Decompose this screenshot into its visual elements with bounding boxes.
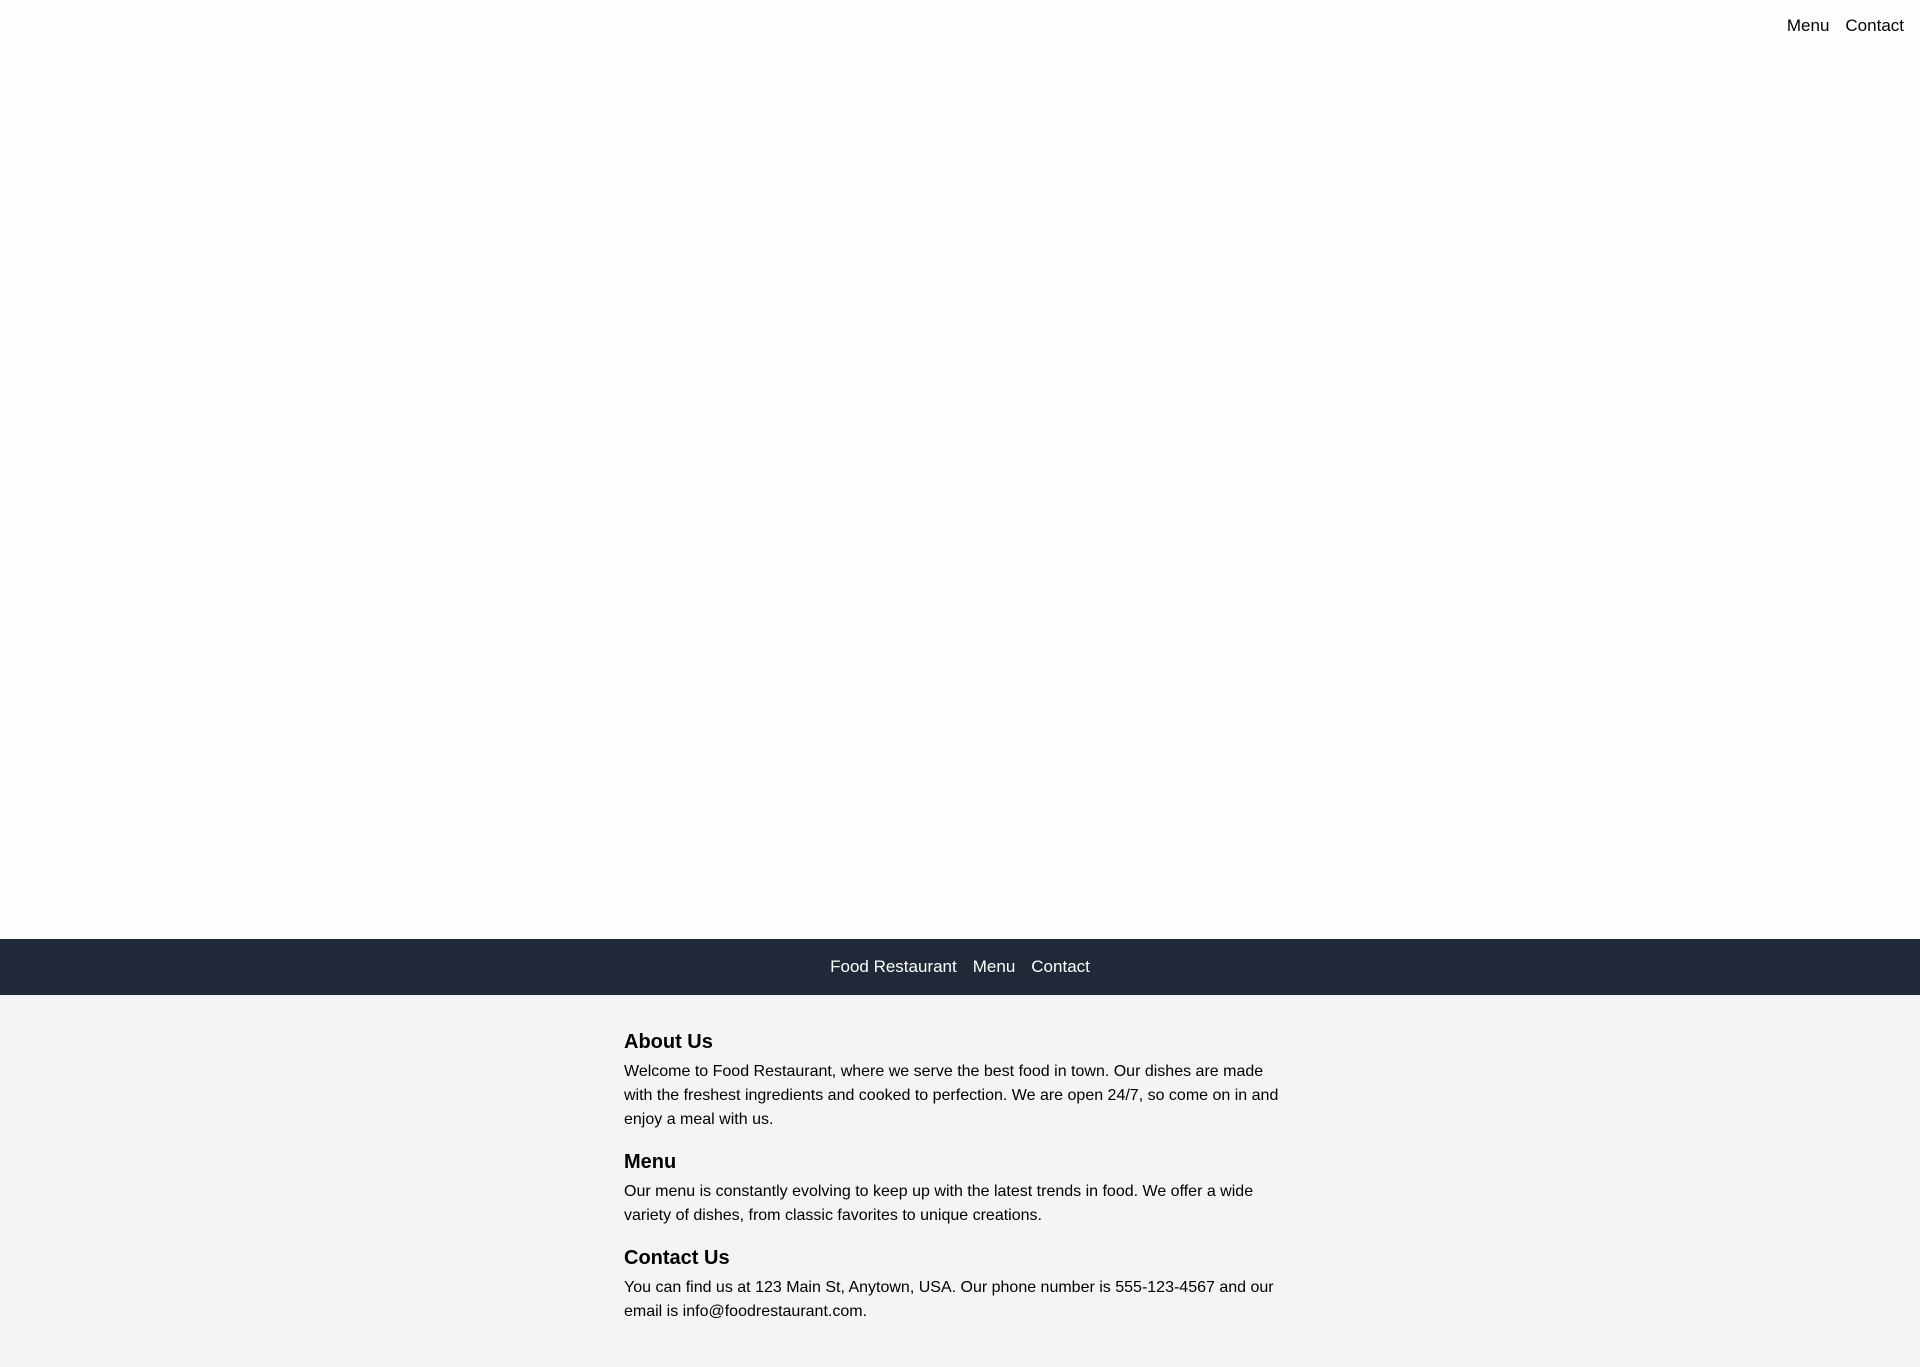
brand-link[interactable]: Food Restaurant [830, 957, 957, 977]
menu-section: Menu Our menu is constantly evolving to … [624, 1148, 1296, 1228]
menu-heading: Menu [624, 1151, 677, 1173]
top-nav: Menu Contact [1787, 16, 1904, 36]
contact-heading: Contact Us [624, 1247, 730, 1269]
nav-contact-link[interactable]: Contact [1031, 957, 1090, 977]
content-area: About Us Welcome to Food Restaurant, whe… [0, 995, 1920, 1367]
nav-menu-link[interactable]: Menu [973, 957, 1016, 977]
top-nav-menu-link[interactable]: Menu [1787, 16, 1830, 36]
hero-area [0, 0, 1920, 939]
main-nav-bar: Food Restaurant Menu Contact [0, 939, 1920, 995]
about-text: Welcome to Food Restaurant, where we ser… [624, 1063, 1279, 1128]
contact-section: Contact Us You can find us at 123 Main S… [624, 1244, 1296, 1324]
menu-text: Our menu is constantly evolving to keep … [624, 1183, 1254, 1224]
about-section: About Us Welcome to Food Restaurant, whe… [624, 1028, 1296, 1132]
top-nav-contact-link[interactable]: Contact [1845, 16, 1904, 36]
about-heading: About Us [624, 1031, 713, 1053]
contact-text: You can find us at 123 Main St, Anytown,… [624, 1279, 1274, 1320]
content-column: About Us Welcome to Food Restaurant, whe… [624, 1028, 1296, 1324]
